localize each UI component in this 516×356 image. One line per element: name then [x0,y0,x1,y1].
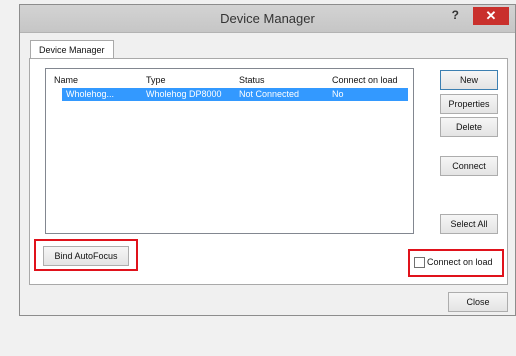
column-header-name[interactable]: Name [54,74,134,87]
table-row[interactable]: Wholehog... Wholehog DP8000 Not Connecte… [62,88,408,101]
select-all-button[interactable]: Select All [440,214,498,234]
tab-device-manager[interactable]: Device Manager [30,40,114,59]
help-icon[interactable]: ? [452,8,459,22]
cell-connect-on-load: No [332,89,344,99]
connect-on-load-checkbox[interactable]: Connect on load [414,256,493,269]
close-button[interactable]: Close [448,292,508,312]
cell-status: Not Connected [239,89,300,99]
checkbox-label: Connect on load [427,257,493,267]
device-list[interactable]: Name Type Status Connect on load Wholeho… [45,68,414,234]
bind-autofocus-button[interactable]: Bind AutoFocus [43,246,129,266]
column-header-type[interactable]: Type [146,74,236,87]
tab-panel: Name Type Status Connect on load Wholeho… [29,58,508,285]
column-header-connect-on-load[interactable]: Connect on load [332,74,412,87]
delete-button[interactable]: Delete [440,117,498,137]
close-window-icon[interactable]: ✕ [473,7,509,25]
cell-name: Wholehog... [66,89,115,99]
properties-button[interactable]: Properties [440,94,498,114]
connect-button[interactable]: Connect [440,156,498,176]
title-bar: Device Manager ? ✕ [20,5,515,33]
column-header-status[interactable]: Status [239,74,329,87]
cell-type: Wholehog DP8000 [146,89,222,99]
checkbox-box[interactable] [414,257,425,269]
new-button[interactable]: New [440,70,498,90]
device-manager-window: Device Manager ? ✕ Device Manager Name T… [19,4,516,316]
window-title: Device Manager [220,11,315,26]
